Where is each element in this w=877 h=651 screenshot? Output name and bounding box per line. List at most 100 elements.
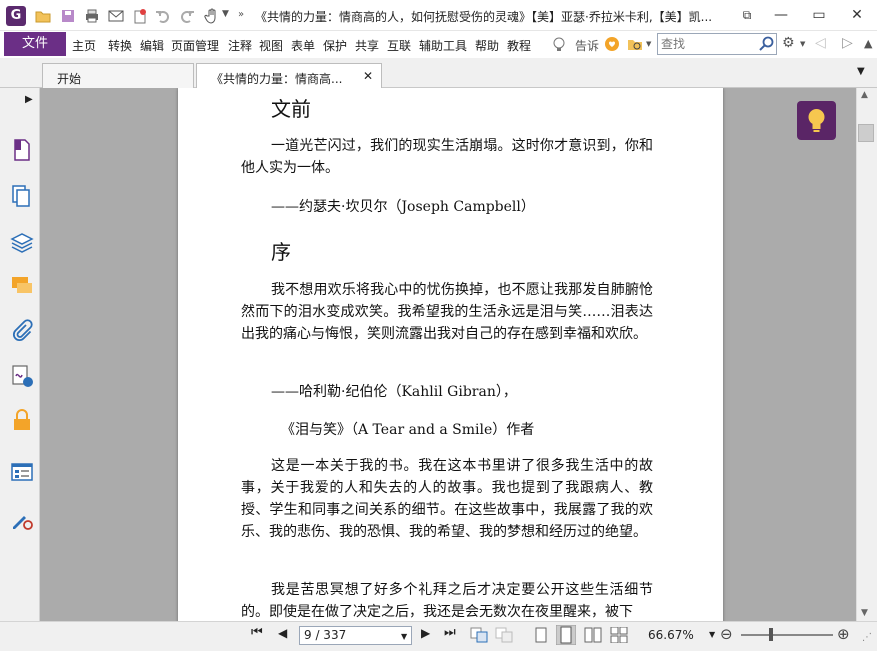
paragraph: 一道光芒闪过，我们的现实生活崩塌。这时你才意识到，你和他人实为一体。: [241, 138, 653, 176]
new-icon[interactable]: [132, 8, 148, 24]
page-number-value: 9 / 337: [304, 628, 347, 642]
menu-edit[interactable]: 编辑: [140, 37, 164, 54]
zoom-in-icon[interactable]: ⊕: [837, 625, 850, 643]
expand-panel-icon[interactable]: ▶: [25, 94, 33, 105]
pages-icon[interactable]: [10, 184, 34, 208]
chevron-down-icon[interactable]: ▼: [646, 40, 651, 48]
chevron-down-icon[interactable]: ▼: [401, 628, 407, 645]
quote-attribution: ——约瑟夫·坎贝尔（Joseph Campbell）: [271, 199, 535, 215]
prev-page-icon[interactable]: ◀: [278, 626, 287, 640]
single-page-icon[interactable]: [534, 627, 548, 643]
ribbon-mode-icon[interactable]: ⧉: [733, 4, 761, 26]
scroll-down-icon[interactable]: ▼: [861, 608, 868, 618]
comments-icon[interactable]: [10, 274, 34, 298]
layers-icon[interactable]: [10, 230, 34, 254]
tab-start[interactable]: 开始: [42, 63, 194, 88]
feedback-icon[interactable]: [604, 36, 620, 52]
document-tab-bar: 开始 《共情的力量：情商高... ✕ ▼: [0, 58, 877, 88]
quote-source: 《泪与笑》（A Tear and a Smile）作者: [281, 422, 535, 438]
maximize-button[interactable]: ▭: [805, 4, 833, 26]
find-folder-icon[interactable]: [627, 36, 643, 52]
ribbon-collapse-icon[interactable]: ▲: [864, 37, 872, 50]
chevron-down-icon[interactable]: ▼: [222, 9, 229, 19]
minimize-button[interactable]: —: [767, 4, 795, 26]
menu-protect[interactable]: 保护: [323, 37, 347, 54]
close-button[interactable]: ✕: [843, 4, 871, 26]
chevron-down-icon[interactable]: ▼: [800, 40, 805, 48]
customize-icon[interactable]: »: [238, 9, 244, 20]
next-view-icon[interactable]: [495, 627, 513, 643]
search-icon[interactable]: [759, 36, 774, 51]
section-heading: 序: [271, 240, 291, 264]
signature-icon[interactable]: [10, 364, 34, 388]
lightbulb-icon: [553, 37, 565, 51]
zoom-out-icon[interactable]: ⊖: [720, 625, 733, 643]
menu-bar: 文件 主页 转换 编辑 页面管理 注释 视图 表单 保护 共享 互联 辅助工具 …: [0, 31, 877, 58]
tab-label: 开始: [57, 72, 82, 86]
facing-pages-icon[interactable]: [584, 627, 602, 643]
menu-home[interactable]: 主页: [72, 37, 96, 54]
pdf-page: 文前 一道光芒闪过，我们的现实生活崩塌。这时你才意识到，你和他人实为一体。 ——…: [178, 88, 723, 621]
menu-convert[interactable]: 转换: [108, 37, 132, 54]
menu-share[interactable]: 共享: [355, 37, 379, 54]
attachment-icon[interactable]: [10, 319, 34, 343]
email-icon[interactable]: [108, 8, 124, 24]
paragraph: 我是苦思冥想了好多个礼拜之后才决定要公开这些生活细节的。即使是在做了决定之后，我…: [241, 582, 653, 620]
search-box[interactable]: [657, 33, 777, 55]
lightbulb-tip-icon[interactable]: [797, 101, 836, 140]
print-icon[interactable]: [84, 8, 100, 24]
gear-icon[interactable]: ⚙: [782, 35, 795, 51]
menu-tutorial[interactable]: 教程: [507, 37, 531, 54]
last-page-icon[interactable]: ⏭: [444, 625, 456, 640]
quote-attribution: ——哈利勒·纪伯伦（Kahlil Gibran），: [271, 384, 517, 400]
navigation-panel: ▶: [0, 88, 40, 621]
search-input[interactable]: [658, 34, 754, 54]
prev-view-icon[interactable]: [470, 627, 488, 643]
first-page-icon[interactable]: ⏮: [251, 625, 263, 640]
tab-label: 《共情的力量：情商高...: [211, 72, 343, 86]
zoom-slider-thumb[interactable]: [769, 628, 773, 641]
close-tab-icon[interactable]: ✕: [363, 69, 373, 83]
file-menu-button[interactable]: 文件: [4, 32, 66, 56]
continuous-facing-icon[interactable]: [610, 627, 628, 643]
menu-page-manage[interactable]: 页面管理: [171, 37, 219, 54]
menu-connect[interactable]: 互联: [387, 37, 411, 54]
page-number-field[interactable]: 9 / 337 ▼: [299, 626, 412, 645]
save-icon[interactable]: [60, 8, 76, 24]
status-bar: [0, 621, 877, 651]
tab-list-icon[interactable]: ▼: [857, 66, 865, 77]
resize-grip-icon: ⋰: [862, 632, 872, 643]
vertical-scrollbar[interactable]: ▲ ▼: [856, 88, 877, 621]
nav-forward-icon[interactable]: ▷: [842, 35, 853, 51]
next-page-icon[interactable]: ▶: [421, 626, 430, 640]
zoom-slider-track[interactable]: [741, 634, 833, 636]
undo-icon[interactable]: [155, 8, 171, 24]
scroll-up-icon[interactable]: ▲: [861, 90, 868, 100]
zoom-level[interactable]: 66.67%: [648, 628, 694, 642]
menu-form[interactable]: 表单: [291, 37, 315, 54]
continuous-page-icon[interactable]: [556, 625, 576, 645]
paragraph: 我不想用欢乐将我心中的忧伤换掉，也不愿让我那发自肺腑怆然而下的泪水变成欢笑。我希…: [241, 282, 653, 342]
document-viewport[interactable]: 文前 一道光芒闪过，我们的现实生活崩塌。这时你才意识到，你和他人实为一体。 ——…: [40, 88, 856, 621]
paragraph: 这是一本关于我的书。我在这本书里讲了很多我生活中的故事，关于我爱的人和失去的人的…: [241, 458, 653, 540]
bookmark-icon[interactable]: [10, 138, 34, 162]
nav-back-icon[interactable]: ◁: [815, 35, 826, 51]
scrollbar-thumb[interactable]: [858, 124, 874, 142]
tell-me-label[interactable]: 告诉: [575, 37, 599, 54]
menu-help[interactable]: 帮助: [475, 37, 499, 54]
menu-comment[interactable]: 注释: [228, 37, 252, 54]
title-bar: G ▼ » 《共情的力量：情商高的人，如何抚慰受伤的灵魂》【美】亚瑟·乔拉米卡利…: [0, 0, 877, 31]
chevron-down-icon[interactable]: ▼: [709, 630, 715, 639]
form-fields-icon[interactable]: [10, 460, 34, 484]
section-heading: 文前: [271, 97, 311, 121]
lock-icon[interactable]: [10, 408, 34, 432]
redo-icon[interactable]: [179, 8, 195, 24]
app-logo-icon[interactable]: G: [6, 6, 26, 26]
window-title: 《共情的力量：情商高的人，如何抚慰受伤的灵魂》【美】亚瑟·乔拉米卡利,【美】凯.…: [255, 10, 713, 24]
menu-view[interactable]: 视图: [259, 37, 283, 54]
hand-tool-icon[interactable]: [204, 8, 220, 24]
menu-accessibility[interactable]: 辅助工具: [419, 37, 467, 54]
open-folder-icon[interactable]: [35, 8, 51, 24]
tab-document[interactable]: 《共情的力量：情商高... ✕: [196, 63, 382, 88]
certificate-icon[interactable]: [10, 508, 34, 532]
